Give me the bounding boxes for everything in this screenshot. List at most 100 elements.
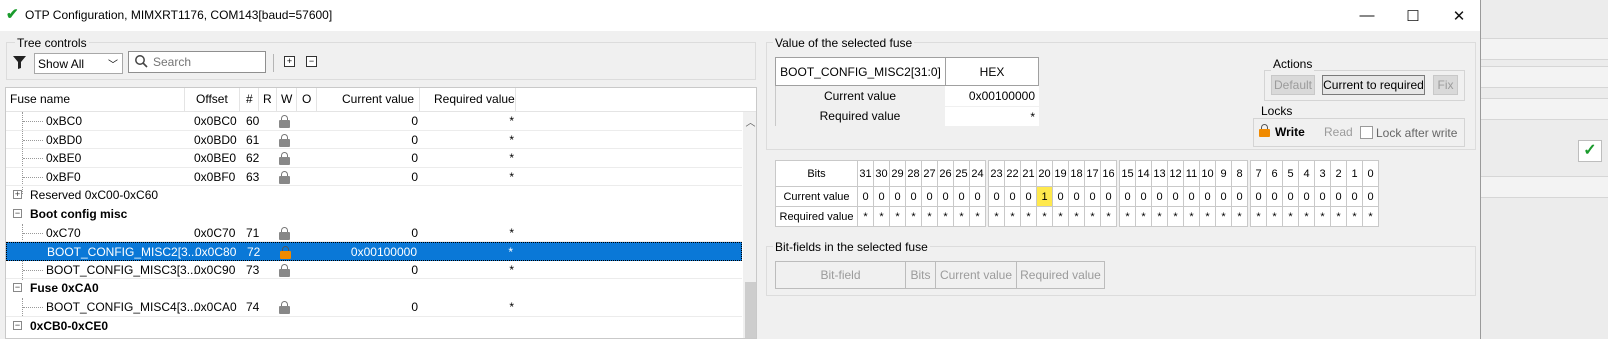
bits-current-row-cell[interactable]: 0 [1135,186,1152,207]
bits-current-row-cell[interactable]: 0 [1199,186,1216,207]
fuse-tree[interactable]: Fuse name Offset # R W O Current value R… [5,87,757,339]
bits-required-row-cell[interactable]: * [1004,206,1021,227]
bits-required-row-cell[interactable]: * [1282,206,1299,227]
fix-button[interactable]: Fix [1433,75,1458,95]
collapse-icon[interactable]: − [13,209,22,218]
bits-current-row-cell[interactable]: 0 [1362,186,1379,207]
bits-required-row-cell[interactable]: * [1250,206,1267,227]
bits-current-row-cell[interactable]: 0 [1215,186,1232,207]
scroll-up-icon[interactable]: ︿ [743,114,756,129]
collapse-icon[interactable]: − [13,283,22,293]
bits-required-row-cell[interactable]: * [873,206,890,227]
read-lock-label[interactable]: Read [1324,125,1353,139]
bits-current-row-cell[interactable]: 0 [1298,186,1315,207]
bits-current-row-cell[interactable]: 0 [1052,186,1069,207]
expand-icon[interactable]: + [13,190,22,200]
tree-row[interactable]: − Fuse 0xCA0 [6,279,742,298]
bits-current-row-cell[interactable]: 0 [1183,186,1200,207]
bits-required-row-cell[interactable]: * [1151,206,1168,227]
bits-required-row-cell[interactable]: * [1346,206,1363,227]
maximize-button[interactable]: ☐ [1390,0,1436,31]
column-offset[interactable]: Offset [196,92,228,106]
column-read[interactable]: R [263,92,272,106]
scrollbar-thumb[interactable] [745,282,756,338]
tree-scrollbar[interactable]: ︿ [743,112,756,338]
bits-current-row-cell[interactable]: 0 [1119,186,1136,207]
bitfield-column-header[interactable]: Bit-field [775,261,906,289]
bits-current-row-cell[interactable]: 0 [1084,186,1101,207]
bits-current-row-cell[interactable]: 0 [1282,186,1299,207]
tree-row[interactable]: 0xBE0 0x0BE0 62 0 * [6,149,742,168]
search-field[interactable] [128,51,266,73]
bits-current-row-cell[interactable]: 0 [921,186,938,207]
bits-required-row-cell[interactable]: * [1330,206,1347,227]
collapse-icon[interactable]: − [13,320,22,330]
bits-required-row-cell[interactable]: * [905,206,922,227]
bits-current-row-cell[interactable]: 0 [1020,186,1037,207]
tree-row[interactable]: BOOT_CONFIG_MISC3[3... 0x0C90 73 0 * [6,261,742,280]
column-number[interactable]: # [246,92,253,106]
tree-row[interactable]: 0xBF0 0x0BF0 63 0 * [6,168,742,187]
bits-required-row-cell[interactable]: * [1068,206,1085,227]
current-to-required-button[interactable]: Current to required [1322,75,1425,95]
lock-after-write-checkbox[interactable] [1360,126,1373,139]
bits-current-row-cell[interactable]: 0 [1266,186,1283,207]
bits-current-row-cell[interactable]: 0 [873,186,890,207]
column-override[interactable]: O [302,92,311,106]
bits-current-row-cell[interactable]: 0 [1330,186,1347,207]
bits-required-row-cell[interactable]: * [1052,206,1069,227]
filter-select[interactable]: Show All ﹀ [34,53,123,74]
bits-current-row-cell[interactable]: 0 [1346,186,1363,207]
bits-required-row-cell[interactable]: * [937,206,954,227]
tree-row[interactable]: 0xBC0 0x0BC0 60 0 * [6,112,742,131]
bits-required-row-cell[interactable]: * [1199,206,1216,227]
tree-row[interactable]: BOOT_CONFIG_MISC4[3... 0x0CA0 74 0 * [6,298,742,317]
bits-required-row-cell[interactable]: * [1036,206,1053,227]
tree-row[interactable]: − Boot config misc [6,205,742,224]
bits-current-row-cell[interactable]: 0 [988,186,1005,207]
required-value-field[interactable]: * [945,107,1039,126]
bits-required-row-cell[interactable]: * [1231,206,1248,227]
column-write[interactable]: W [281,92,292,106]
tree-row[interactable]: 0xBD0 0x0BD0 61 0 * [6,131,742,150]
bits-current-row-cell[interactable]: 0 [1231,186,1248,207]
search-input[interactable] [153,55,261,69]
bits-required-row-cell[interactable]: * [1119,206,1136,227]
required-value-column-header[interactable]: Required value [1016,261,1105,289]
tree-row[interactable]: −0xCB0-0xCE0 [6,317,742,336]
bits-current-row-cell[interactable]: 0 [1151,186,1168,207]
tree-row-selected[interactable]: BOOT_CONFIG_MISC2[3... 0x0C80 72 0x00100000… [6,242,742,261]
bits-required-row-cell[interactable]: * [889,206,906,227]
bits-required-row-cell[interactable]: * [1100,206,1117,227]
column-fuse-name[interactable]: Fuse name [10,92,70,106]
bits-current-row-cell[interactable]: 0 [1250,186,1267,207]
bits-required-row-cell[interactable]: * [1362,206,1379,227]
bits-required-row-cell[interactable]: * [988,206,1005,227]
default-button[interactable]: Default [1271,75,1315,95]
bits-current-row-cell[interactable]: 0 [1314,186,1331,207]
bits-required-row-cell[interactable]: * [1215,206,1232,227]
column-current-value[interactable]: Current value [342,92,414,106]
bits-current-row-cell[interactable]: 0 [1068,186,1085,207]
bits-required-row-cell[interactable]: * [1167,206,1184,227]
bits-current-row-cell[interactable]: 0 [1100,186,1117,207]
close-button[interactable]: ✕ [1436,0,1482,31]
current-value-column-header[interactable]: Current value [935,261,1017,289]
bits-required-row-cell[interactable]: * [953,206,970,227]
bits-current-row-cell[interactable]: 0 [937,186,954,207]
bits-required-row-cell[interactable]: * [1314,206,1331,227]
expand-all-icon[interactable]: + [284,56,295,67]
bits-current-row-cell[interactable]: 0 [953,186,970,207]
bits-column-header[interactable]: Bits [905,261,936,289]
bits-current-row-cell[interactable]: 0 [905,186,922,207]
collapse-all-icon[interactable]: − [306,56,317,67]
bits-required-row-cell[interactable]: * [1298,206,1315,227]
bits-current-row-cell[interactable]: 0 [969,186,986,207]
bits-current-row-cell[interactable]: 1 [1036,186,1053,207]
bits-required-row-cell[interactable]: * [857,206,874,227]
bits-current-row-cell[interactable]: 0 [1004,186,1021,207]
column-required-value[interactable]: Required value [434,92,515,106]
bits-required-row-cell[interactable]: * [969,206,986,227]
bits-current-row-cell[interactable]: 0 [857,186,874,207]
write-lock-label[interactable]: Write [1275,125,1305,139]
